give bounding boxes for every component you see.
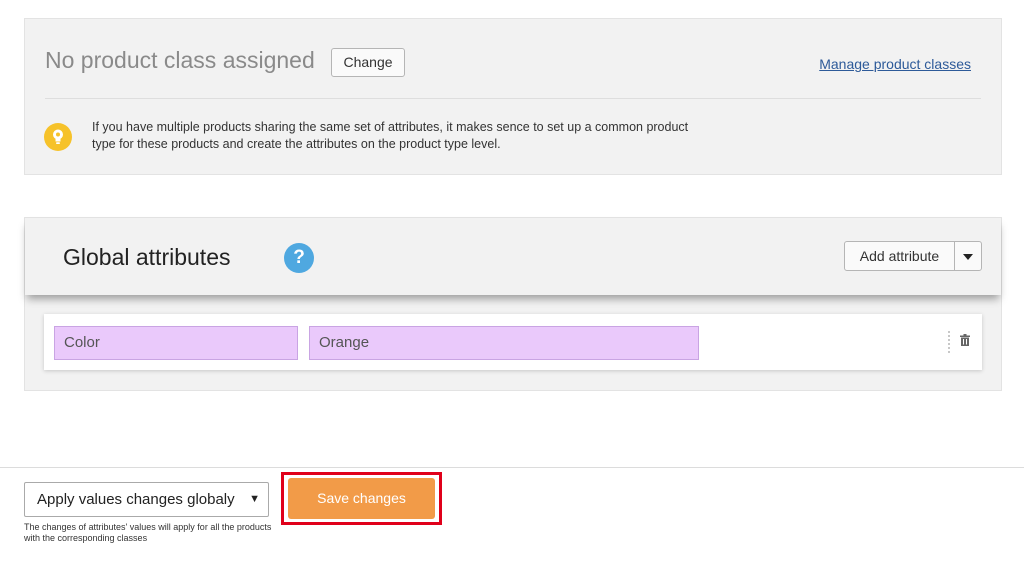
drag-handle-icon[interactable] xyxy=(948,331,950,353)
product-class-panel: No product class assigned Change Manage … xyxy=(24,18,1002,175)
trash-icon[interactable] xyxy=(960,334,970,346)
add-attribute-button[interactable]: Add attribute xyxy=(845,242,955,270)
global-attributes-panel: Global attributes ? Add attribute Color … xyxy=(24,217,1002,391)
manage-product-classes-link[interactable]: Manage product classes xyxy=(819,56,971,72)
attribute-row: Color Orange xyxy=(44,314,982,370)
global-attributes-title: Global attributes xyxy=(63,244,231,270)
select-caret-icon: ▼ xyxy=(249,493,260,505)
footer-divider xyxy=(0,467,1024,468)
attribute-name-field[interactable]: Color xyxy=(54,326,298,360)
tip-text: If you have multiple products sharing th… xyxy=(92,120,689,151)
apply-changes-select-value: Apply values changes globaly xyxy=(37,491,235,508)
divider xyxy=(45,98,981,99)
apply-changes-select[interactable]: Apply values changes globaly ▼ xyxy=(24,482,269,517)
lightbulb-icon xyxy=(44,123,72,151)
chevron-down-icon[interactable] xyxy=(955,242,981,270)
help-icon[interactable]: ? xyxy=(284,243,314,273)
apply-changes-note: The changes of attributes' values will a… xyxy=(24,522,272,543)
attribute-value-field[interactable]: Orange xyxy=(309,326,699,360)
change-class-button[interactable]: Change xyxy=(331,48,405,77)
global-attributes-header: Global attributes ? Add attribute xyxy=(25,218,1001,295)
product-class-title: No product class assigned xyxy=(45,47,315,73)
add-attribute-split-button[interactable]: Add attribute xyxy=(844,241,982,271)
save-changes-button[interactable]: Save changes xyxy=(288,478,435,519)
